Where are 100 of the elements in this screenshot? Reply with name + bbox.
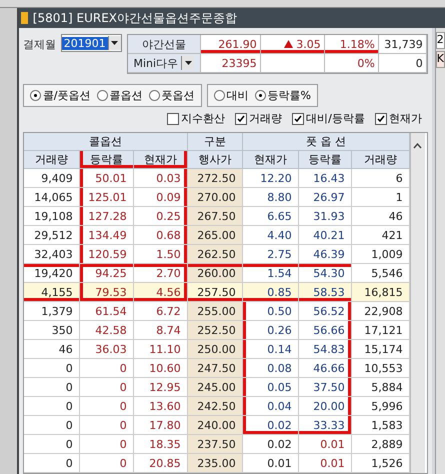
radio-option[interactable]: 등락률% bbox=[254, 88, 311, 103]
table-cell: 12.20 bbox=[242, 169, 299, 188]
table-cell: 237.50 bbox=[188, 435, 243, 454]
table-cell: 10,553 bbox=[352, 359, 410, 378]
quote-rate: 0% bbox=[324, 54, 379, 73]
checkbox-icon[interactable] bbox=[167, 112, 180, 124]
table-cell: 1,526 bbox=[352, 454, 410, 473]
table-cell: 120.59 bbox=[80, 245, 134, 264]
table-cell: 17.80 bbox=[134, 416, 188, 435]
radio-option[interactable]: 대비 bbox=[214, 88, 248, 103]
table-cell: 46 bbox=[24, 340, 80, 359]
column-header: 등락률 bbox=[298, 151, 352, 169]
quote-price: 23395 bbox=[200, 54, 261, 73]
table-cell: 247.50 bbox=[188, 359, 243, 378]
scrollbar[interactable] bbox=[410, 133, 425, 473]
table-cell: 42.58 bbox=[80, 321, 134, 340]
table-cell: 5,546 bbox=[352, 264, 410, 283]
radio-option[interactable]: 콜/풋옵션 bbox=[30, 88, 90, 103]
table-cell: 61.54 bbox=[80, 302, 134, 321]
checkbox-icon[interactable] bbox=[374, 112, 387, 124]
window-icon bbox=[20, 12, 28, 24]
table-cell: 46.66 bbox=[298, 359, 352, 378]
table-cell: 13.60 bbox=[134, 397, 188, 416]
settlement-select[interactable]: 201901 bbox=[60, 34, 122, 52]
table-cell: 54.83 bbox=[298, 340, 352, 359]
table-cell: 0.25 bbox=[134, 207, 188, 226]
table-cell: 8.80 bbox=[242, 188, 299, 207]
table-cell: 350 bbox=[24, 321, 80, 340]
table-cell: 1.50 bbox=[134, 245, 188, 264]
table-cell: 0.01 bbox=[298, 435, 352, 454]
checkbox-option[interactable]: 현재가 bbox=[374, 111, 422, 126]
table-cell: 15,174 bbox=[352, 340, 410, 359]
checkbox-option[interactable]: 지수환산 bbox=[167, 111, 226, 126]
table-cell: 0.09 bbox=[134, 188, 188, 207]
quote-rate: 1.18% bbox=[324, 35, 379, 54]
table-cell: 54.30 bbox=[298, 264, 352, 283]
table-cell: 0 bbox=[80, 454, 134, 473]
dropdown-button[interactable] bbox=[108, 36, 121, 50]
table-cell: 1,009 bbox=[352, 245, 410, 264]
table-cell: 4,155 bbox=[24, 283, 80, 302]
table-cell: 0 bbox=[80, 359, 134, 378]
table-cell: 0.01 bbox=[242, 454, 299, 473]
table-cell: 17,121 bbox=[352, 321, 410, 340]
table-cell: 0 bbox=[80, 397, 134, 416]
table-cell: 46.39 bbox=[298, 245, 352, 264]
table-cell: 0.14 bbox=[242, 340, 299, 359]
table-cell: 0.08 bbox=[242, 359, 299, 378]
checkbox-icon[interactable] bbox=[235, 112, 248, 124]
table-cell: 0 bbox=[24, 435, 80, 454]
up-triangle-icon bbox=[284, 40, 294, 48]
window-title: [5801] EUREX야간선물옵션주문종합 bbox=[32, 10, 238, 26]
table-cell: 0.05 bbox=[242, 378, 299, 397]
radio-icon[interactable] bbox=[148, 90, 160, 101]
dropdown-button[interactable] bbox=[181, 56, 194, 70]
radio-icon[interactable] bbox=[214, 90, 224, 101]
table-cell: 94.25 bbox=[80, 264, 134, 283]
table-cell: 56.66 bbox=[298, 321, 352, 340]
table-cell: 18.35 bbox=[134, 435, 188, 454]
column-group-header: 풋 옵 션 bbox=[242, 133, 410, 151]
checkbox-icon[interactable] bbox=[292, 112, 304, 124]
table-cell: 255.00 bbox=[188, 302, 243, 321]
table-cell: 2.70 bbox=[134, 264, 188, 283]
table-cell: 267.50 bbox=[188, 207, 243, 226]
table-cell: 127.28 bbox=[80, 207, 134, 226]
table-cell: 270.00 bbox=[188, 188, 243, 207]
table-cell: 79.53 bbox=[80, 283, 134, 302]
radio-icon[interactable] bbox=[30, 90, 41, 101]
side-field: K bbox=[436, 51, 445, 68]
table-cell: 245.00 bbox=[188, 378, 243, 397]
table-cell: 37.50 bbox=[298, 378, 352, 397]
table-cell: 22,908 bbox=[352, 302, 410, 321]
table-cell: 33.33 bbox=[298, 416, 352, 435]
table-cell: 36.03 bbox=[80, 340, 134, 359]
table-cell: 0.03 bbox=[134, 169, 188, 188]
table-cell: 0 bbox=[80, 435, 134, 454]
radio-option[interactable]: 풋옵션 bbox=[148, 88, 194, 103]
table-cell: 2.75 bbox=[242, 245, 299, 264]
checkbox-option[interactable]: 거래량 bbox=[235, 111, 282, 126]
table-cell: 1 bbox=[352, 188, 410, 207]
radio-icon[interactable] bbox=[254, 90, 266, 101]
table-cell: 32,403 bbox=[24, 245, 80, 264]
table-cell: 0.01 bbox=[298, 454, 352, 473]
table-cell: 0 bbox=[80, 378, 134, 397]
radio-option[interactable]: 콜옵션 bbox=[96, 88, 142, 103]
table-cell: 56.52 bbox=[298, 302, 352, 321]
table-cell: 58.53 bbox=[298, 283, 352, 302]
table-cell: 4.40 bbox=[242, 226, 299, 245]
scroll-up-icon[interactable] bbox=[413, 143, 422, 149]
table-cell: 29,512 bbox=[24, 226, 80, 245]
table-cell: 0.50 bbox=[242, 302, 299, 321]
table-cell: 4.56 bbox=[134, 283, 188, 302]
table-cell: 16.43 bbox=[298, 169, 352, 188]
table-cell: 1.54 bbox=[242, 264, 299, 283]
table-cell: 19,420 bbox=[24, 264, 80, 283]
radio-icon[interactable] bbox=[96, 90, 108, 101]
table-cell: 0.68 bbox=[134, 226, 188, 245]
table-cell: 252.50 bbox=[188, 321, 243, 340]
checkbox-option[interactable]: 대비/등락률 bbox=[292, 111, 365, 126]
table-cell: 125.01 bbox=[80, 188, 134, 207]
quote-volume: 31,739 bbox=[378, 35, 427, 54]
